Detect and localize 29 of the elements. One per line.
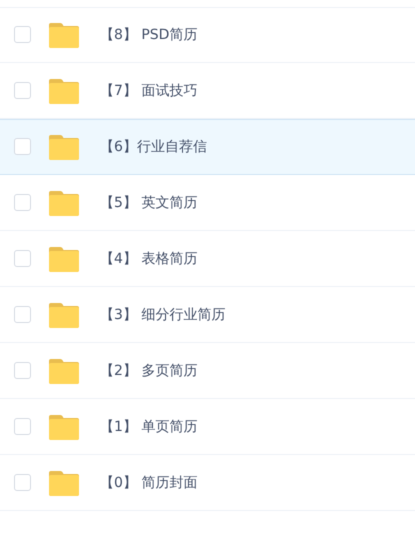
- checkbox[interactable]: [14, 418, 31, 435]
- checkbox[interactable]: [14, 474, 31, 491]
- folder-name[interactable]: 【6】行业自荐信: [100, 138, 207, 156]
- folder-icon: [48, 134, 80, 160]
- folder-icon: [48, 470, 80, 496]
- folder-name[interactable]: 【3】 细分行业简历: [100, 306, 226, 324]
- folder-icon: [48, 78, 80, 104]
- folder-icon: [48, 414, 80, 440]
- checkbox[interactable]: [14, 250, 31, 267]
- checkbox[interactable]: [14, 138, 31, 155]
- file-row[interactable]: 【8】 PSD简历: [0, 7, 415, 63]
- folder-name[interactable]: 【5】 英文简历: [100, 194, 198, 212]
- file-row[interactable]: 【6】行业自荐信: [0, 119, 415, 175]
- folder-name[interactable]: 【7】 面试技巧: [100, 82, 198, 100]
- checkbox[interactable]: [14, 194, 31, 211]
- folder-icon: [48, 190, 80, 216]
- folder-icon: [48, 22, 80, 48]
- folder-name[interactable]: 【1】 单页简历: [100, 418, 198, 436]
- checkbox[interactable]: [14, 362, 31, 379]
- folder-icon: [48, 246, 80, 272]
- folder-icon: [48, 302, 80, 328]
- folder-name[interactable]: 【0】 简历封面: [100, 474, 198, 492]
- folder-name[interactable]: 【2】 多页简历: [100, 362, 198, 380]
- folder-icon: [48, 358, 80, 384]
- checkbox[interactable]: [14, 306, 31, 323]
- checkbox[interactable]: [14, 26, 31, 43]
- checkbox[interactable]: [14, 82, 31, 99]
- folder-name[interactable]: 【4】 表格简历: [100, 250, 198, 268]
- folder-name[interactable]: 【8】 PSD简历: [100, 26, 198, 44]
